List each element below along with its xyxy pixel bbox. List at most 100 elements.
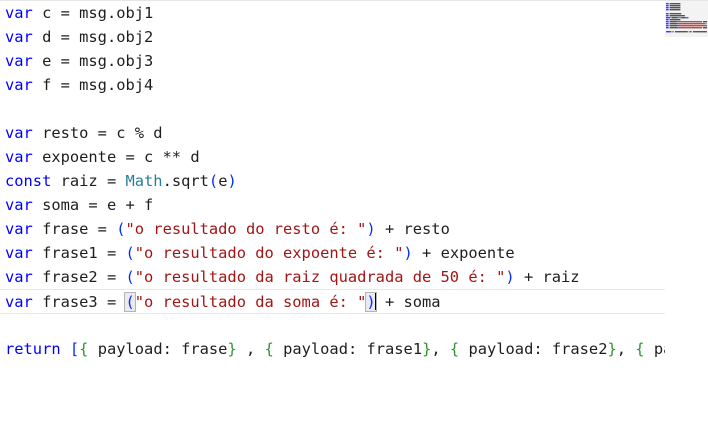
code-token: payload: frase2 (459, 340, 608, 358)
minimap-token (702, 27, 707, 29)
minimap-token (669, 13, 682, 15)
code-token: var (5, 148, 33, 166)
code-token: , (431, 340, 450, 358)
minimap-token (675, 31, 688, 33)
code-token: { (635, 340, 645, 358)
minimap-token (669, 23, 678, 25)
minimap-background (665, 1, 708, 435)
code-text-area[interactable]: var c = msg.obj1 var d = msg.obj2 var e = … (0, 1, 665, 435)
minimap-token (704, 23, 706, 25)
code-token: frase1 = (32, 244, 126, 262)
code-token: var (5, 4, 33, 22)
code-token: raiz = (51, 172, 126, 190)
code-token: expoente = c ** d (32, 148, 200, 166)
code-line[interactable]: var e = msg.obj3 (5, 49, 153, 73)
code-token: var (5, 268, 33, 286)
code-line[interactable]: var frase3 = ("o resultado da soma é: ")… (0, 289, 665, 314)
minimap-token (666, 9, 669, 11)
code-token: f = msg.obj4 (32, 76, 154, 94)
minimap-preview (665, 1, 708, 435)
code-line[interactable]: var d = msg.obj2 (5, 25, 153, 49)
minimap-token (678, 25, 707, 27)
code-line[interactable]: const raiz = Math.sqrt(e) (5, 169, 237, 193)
code-token: { (264, 340, 274, 358)
minimap-token (701, 21, 702, 23)
code-token: "o resultado da raiz quadrada de 50 é: " (134, 268, 506, 286)
minimap-token (686, 17, 688, 19)
code-token: ( (125, 244, 135, 262)
minimap-token (666, 21, 669, 23)
code-token: ) (505, 268, 515, 286)
code-line[interactable]: var frase1 = ("o resultado do expoente é… (5, 241, 515, 265)
code-token: "o resultado do expoente é: " (134, 244, 404, 262)
minimap-token (681, 17, 686, 19)
code-token: payload: frase (88, 340, 228, 358)
code-token: + raiz (514, 268, 580, 286)
minimap-token (669, 25, 678, 27)
minimap-token (693, 31, 707, 33)
minimap-token (673, 31, 675, 33)
minimap-token (669, 7, 681, 9)
minimap-token (669, 27, 678, 29)
code-line[interactable]: var resto = c % d (5, 121, 163, 145)
code-token: var (5, 244, 33, 262)
minimap-token (669, 21, 677, 23)
minimap-token (702, 21, 707, 23)
code-token: + expoente (412, 244, 515, 262)
code-token: "o resultado da soma é: " (134, 293, 367, 311)
code-token: var (5, 124, 33, 142)
code-line[interactable]: var c = msg.obj1 (5, 1, 153, 25)
minimap-token (676, 21, 678, 23)
minimap-token (678, 27, 702, 29)
minimap-token (672, 31, 674, 33)
code-token: ( (125, 268, 135, 286)
code-line[interactable]: var frase = ("o resultado do resto é: ")… (5, 217, 450, 241)
code-line[interactable]: var frase2 = ("o resultado da raiz quadr… (5, 265, 580, 289)
code-token: var (5, 293, 33, 311)
minimap-token (669, 15, 685, 17)
code-token: var (5, 76, 33, 94)
code-token: c = msg.obj1 (32, 4, 154, 22)
minimap-token (677, 25, 679, 27)
code-token: .sqrt (162, 172, 209, 190)
code-token: , (616, 340, 636, 358)
minimap-token (669, 19, 681, 21)
minimap-token (666, 25, 669, 27)
code-line[interactable]: var soma = e + f (5, 193, 153, 217)
code-token: ( (116, 220, 126, 238)
code-token: + resto (375, 220, 450, 238)
code-token: d = msg.obj2 (32, 28, 154, 46)
minimap-token (685, 17, 687, 19)
code-token: } (607, 340, 617, 358)
minimap-token (666, 23, 669, 25)
minimap-token (669, 9, 681, 11)
code-token: { (449, 340, 460, 358)
code-token: payload: frase1 (273, 340, 423, 358)
code-token: frase2 = (32, 268, 126, 286)
minimap-token (666, 19, 669, 21)
code-token: } (227, 340, 237, 358)
minimap-token (677, 27, 679, 29)
code-line[interactable]: var expoente = c ** d (5, 145, 200, 169)
code-token: var (5, 196, 33, 214)
code-token: "o resultado do resto é: " (125, 220, 367, 238)
code-line[interactable]: return [{ payload: frase} , { payload: f… (5, 337, 665, 361)
minimap-token (678, 23, 705, 25)
code-line[interactable]: var f = msg.obj4 (5, 73, 153, 97)
minimap-token (687, 17, 689, 19)
minimap-token (677, 23, 679, 25)
code-token: resto = c % d (32, 124, 163, 142)
minimap-token (706, 31, 707, 33)
minimap-token (687, 31, 689, 33)
minimap-token (666, 13, 669, 15)
minimap[interactable] (665, 1, 708, 435)
code-token: e = msg.obj3 (32, 52, 154, 70)
code-token: ) (366, 220, 376, 238)
code-token: ) (227, 172, 237, 190)
code-token: ( (208, 172, 219, 190)
code-token: , (236, 340, 265, 358)
code-editor[interactable]: var c = msg.obj1 var d = msg.obj2 var e = … (0, 0, 708, 435)
minimap-token (666, 17, 671, 19)
minimap-token (666, 15, 669, 17)
minimap-token (666, 27, 669, 29)
